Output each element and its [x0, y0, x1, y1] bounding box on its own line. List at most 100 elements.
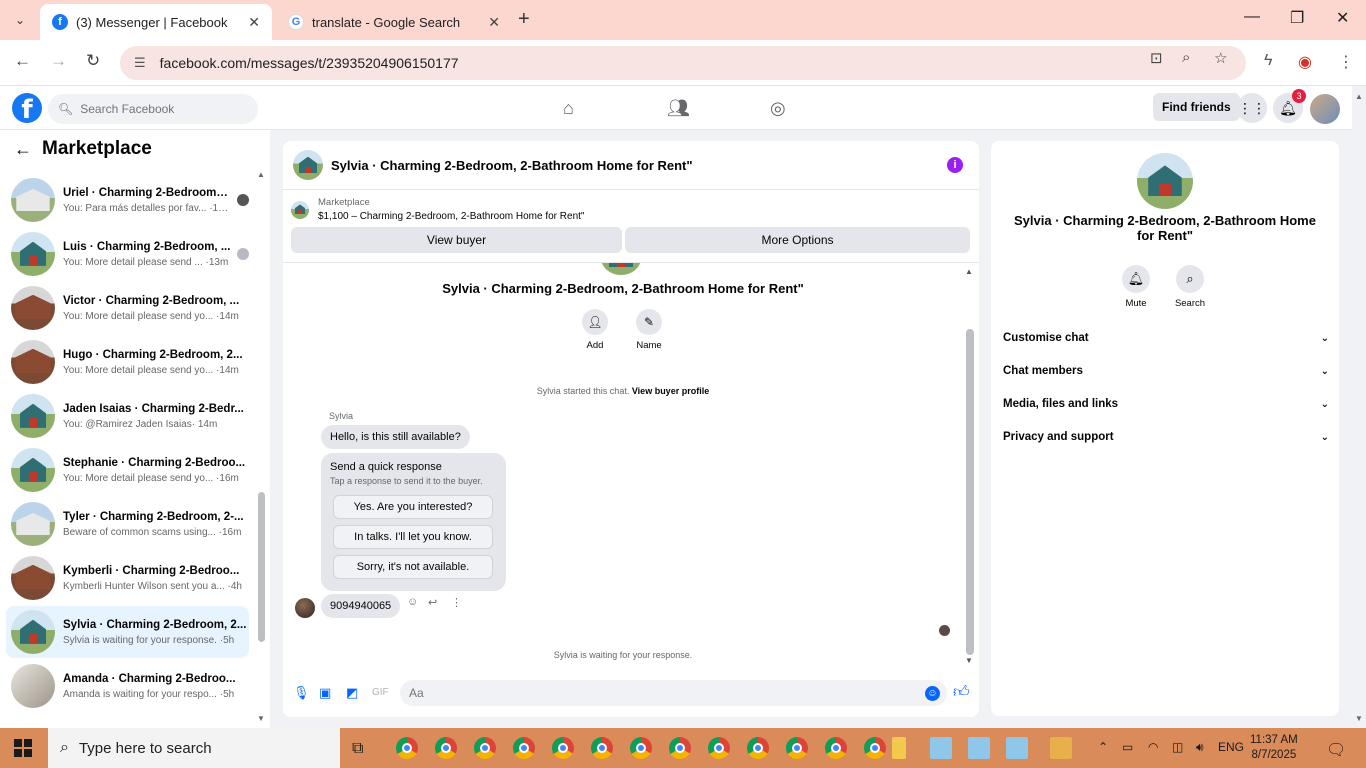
- quick-response-yes[interactable]: Yes. Are you interested?: [333, 495, 493, 519]
- customise-chat-section[interactable]: Customise chat ⌄: [1003, 327, 1329, 349]
- conversation-item[interactable]: Tyler · Charming 2-Bedroom, 2-... Beware …: [6, 498, 249, 550]
- back-icon[interactable]: ←: [14, 51, 31, 71]
- show-hidden-icons-icon[interactable]: ⌃: [1098, 740, 1108, 754]
- message-bubble[interactable]: 9094940065: [321, 594, 401, 618]
- conversation-item[interactable]: Hugo · Charming 2-Bedroom, 2... You: More…: [6, 336, 249, 388]
- forward-icon[interactable]: →: [50, 51, 67, 71]
- chrome-app-icon[interactable]: [513, 737, 535, 759]
- new-tab-icon[interactable]: +: [518, 8, 530, 31]
- conversation-item[interactable]: Amanda · Charming 2-Bedroo... Amanda is w…: [6, 660, 249, 712]
- tab-search-dropdown[interactable]: ⌄: [8, 8, 32, 32]
- scroll-up-icon[interactable]: ▲: [257, 170, 265, 179]
- chrome-app-icon[interactable]: [591, 737, 613, 759]
- facebook-search[interactable]: 🔍︎: [48, 94, 258, 124]
- account-avatar[interactable]: [1310, 94, 1340, 124]
- info-icon[interactable]: i: [947, 157, 963, 173]
- volume-icon[interactable]: ◫: [1172, 740, 1183, 754]
- chrome-app-icon[interactable]: [396, 737, 418, 759]
- conversation-item[interactable]: Victor · Charming 2-Bedroom, ... You: Mor…: [6, 282, 249, 334]
- search-action[interactable]: ⌕ Search: [1162, 265, 1218, 309]
- add-action[interactable]: 👤︎ Add: [570, 309, 620, 351]
- listing-title[interactable]: $1,100 – Charming 2-Bedroom, 2-Bathroom …: [318, 211, 584, 222]
- reload-icon[interactable]: ↻: [86, 51, 100, 71]
- extension-icon[interactable]: ϟ: [1264, 52, 1272, 70]
- find-friends-button[interactable]: Find friends: [1153, 93, 1240, 121]
- more-icon[interactable]: ⋮: [451, 596, 462, 609]
- notepad-icon[interactable]: [930, 737, 952, 759]
- home-icon[interactable]: ⌂: [563, 98, 574, 119]
- notepad-icon[interactable]: [1006, 737, 1028, 759]
- react-icon[interactable]: ☺: [407, 596, 418, 608]
- chrome-app-icon[interactable]: [864, 737, 886, 759]
- page-scroll-down-icon[interactable]: ▼: [1355, 714, 1363, 723]
- close-window-icon[interactable]: ✕: [1336, 8, 1349, 28]
- restore-icon[interactable]: ❐: [1290, 8, 1304, 28]
- profile-icon[interactable]: ◉: [1298, 52, 1312, 72]
- scrollbar[interactable]: [258, 492, 265, 642]
- chrome-app-icon[interactable]: [747, 737, 769, 759]
- friends-icon[interactable]: 👥︎: [667, 98, 690, 119]
- address-bar[interactable]: ☰ facebook.com/messages/t/23935204906150…: [120, 46, 1246, 80]
- chrome-app-icon[interactable]: [474, 737, 496, 759]
- bookmark-star-icon[interactable]: ☆: [1214, 49, 1227, 67]
- language-indicator[interactable]: ENG: [1218, 740, 1244, 754]
- facebook-logo-icon[interactable]: f: [12, 93, 42, 123]
- site-info-icon[interactable]: ☰: [134, 55, 146, 71]
- notification-center-icon[interactable]: 🗨︎: [1326, 740, 1346, 760]
- chrome-app-icon[interactable]: [786, 737, 808, 759]
- chrome-app-icon[interactable]: [630, 737, 652, 759]
- conversation-item[interactable]: Kymberli · Charming 2-Bedroo... Kymberli …: [6, 552, 249, 604]
- wifi-icon[interactable]: ◠: [1148, 740, 1158, 754]
- back-arrow-icon[interactable]: ←: [14, 139, 32, 160]
- windows-start-icon[interactable]: [14, 739, 32, 757]
- chrome-app-icon[interactable]: [435, 737, 457, 759]
- view-buyer-profile-link[interactable]: View buyer profile: [632, 386, 709, 396]
- taskbar-search[interactable]: ⌕ Type here to search: [48, 728, 340, 768]
- more-options-button[interactable]: More Options: [625, 227, 970, 253]
- file-explorer-icon[interactable]: [892, 737, 906, 759]
- microphone-icon[interactable]: 🎙︎: [293, 685, 310, 701]
- media-files-section[interactable]: Media, files and links ⌄: [1003, 393, 1329, 415]
- search-input[interactable]: [80, 102, 251, 116]
- privacy-support-section[interactable]: Privacy and support ⌄: [1003, 426, 1329, 448]
- quick-response-sorry[interactable]: Sorry, it's not available.: [333, 555, 493, 579]
- chrome-app-icon[interactable]: [669, 737, 691, 759]
- scroll-up-icon[interactable]: ▲: [965, 267, 973, 276]
- reply-icon[interactable]: ↩: [428, 596, 437, 609]
- chat-title[interactable]: Sylvia · Charming 2-Bedroom, 2-Bathroom …: [331, 158, 693, 173]
- menu-kebab-icon[interactable]: ⋮: [1338, 52, 1354, 72]
- chrome-app-icon[interactable]: [708, 737, 730, 759]
- page-scroll-up-icon[interactable]: ▲: [1355, 92, 1363, 101]
- battery-icon[interactable]: ▭: [1122, 740, 1133, 754]
- mute-action[interactable]: 🔔︎ Mute: [1108, 265, 1164, 309]
- conversation-item[interactable]: Uriel · Charming 2-Bedroom, ... You: Para…: [6, 174, 249, 226]
- tab-translate[interactable]: G translate - Google Search ✕: [276, 4, 512, 40]
- emoji-icon[interactable]: ☺: [925, 686, 940, 701]
- task-view-icon[interactable]: ⧉: [352, 740, 363, 758]
- chrome-app-icon[interactable]: [552, 737, 574, 759]
- conversation-item[interactable]: Luis · Charming 2-Bedroom, ... You: More …: [6, 228, 249, 280]
- install-app-icon[interactable]: ⊡: [1150, 49, 1163, 67]
- menu-grid-icon[interactable]: ⋮⋮: [1237, 93, 1267, 123]
- sticker-icon[interactable]: ◩: [346, 685, 358, 701]
- view-buyer-button[interactable]: View buyer: [291, 227, 622, 253]
- gif-icon[interactable]: GIF: [372, 687, 389, 698]
- conversation-item[interactable]: Sylvia · Charming 2-Bedroom, 2... Sylvia …: [6, 606, 249, 658]
- zoom-icon[interactable]: ⌕: [1182, 49, 1190, 66]
- chat-members-section[interactable]: Chat members ⌄: [1003, 360, 1329, 382]
- chat-avatar[interactable]: [293, 150, 323, 180]
- close-tab-icon[interactable]: ✕: [248, 14, 260, 31]
- conversation-item[interactable]: Stephanie · Charming 2-Bedroo... You: Mor…: [6, 444, 249, 496]
- tab-messenger[interactable]: f (3) Messenger | Facebook ✕: [40, 4, 272, 40]
- scroll-down-icon[interactable]: ▼: [257, 714, 265, 723]
- app-icon[interactable]: [1050, 737, 1072, 759]
- scrollbar[interactable]: [966, 329, 974, 655]
- chrome-app-icon[interactable]: [825, 737, 847, 759]
- image-icon[interactable]: ▣: [319, 685, 331, 701]
- scroll-down-icon[interactable]: ▼: [965, 656, 973, 665]
- close-tab-icon[interactable]: ✕: [488, 14, 500, 31]
- speaker-icon[interactable]: 🔊︎: [1196, 740, 1204, 755]
- message-input[interactable]: [400, 680, 947, 706]
- message-bubble[interactable]: Hello, is this still available?: [321, 425, 470, 449]
- thumbs-up-icon[interactable]: 👍︎: [953, 683, 970, 702]
